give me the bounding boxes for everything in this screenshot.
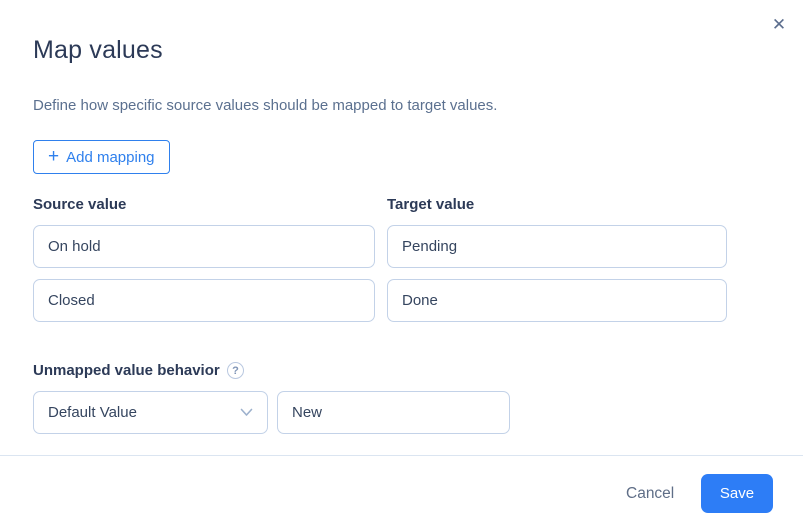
target-value-column-label: Target value bbox=[387, 196, 475, 213]
default-value-input[interactable] bbox=[277, 391, 510, 434]
save-button[interactable]: Save bbox=[701, 474, 773, 513]
unmapped-behavior-dropdown[interactable]: Default Value bbox=[33, 391, 268, 434]
source-value-input-1[interactable] bbox=[33, 225, 375, 268]
source-value-input-2[interactable] bbox=[33, 279, 375, 322]
add-mapping-label: Add mapping bbox=[66, 148, 155, 166]
footer-divider bbox=[0, 455, 803, 456]
dialog-title: Map values bbox=[33, 36, 163, 64]
target-value-input-2[interactable] bbox=[387, 279, 727, 322]
unmapped-behavior-selected-value: Default Value bbox=[48, 404, 137, 421]
map-values-dialog: ✕ Map values Define how specific source … bbox=[0, 0, 803, 520]
close-icon[interactable]: ✕ bbox=[766, 13, 792, 37]
dialog-description: Define how specific source values should… bbox=[33, 97, 498, 114]
plus-icon: + bbox=[48, 145, 60, 167]
target-value-input-1[interactable] bbox=[387, 225, 727, 268]
cancel-button[interactable]: Cancel bbox=[614, 481, 686, 507]
add-mapping-button[interactable]: + Add mapping bbox=[33, 140, 170, 174]
source-value-column-label: Source value bbox=[33, 196, 127, 213]
chevron-down-icon bbox=[240, 408, 253, 417]
unmapped-value-behavior-label: Unmapped value behavior bbox=[33, 362, 220, 379]
help-icon[interactable]: ? bbox=[227, 362, 244, 379]
